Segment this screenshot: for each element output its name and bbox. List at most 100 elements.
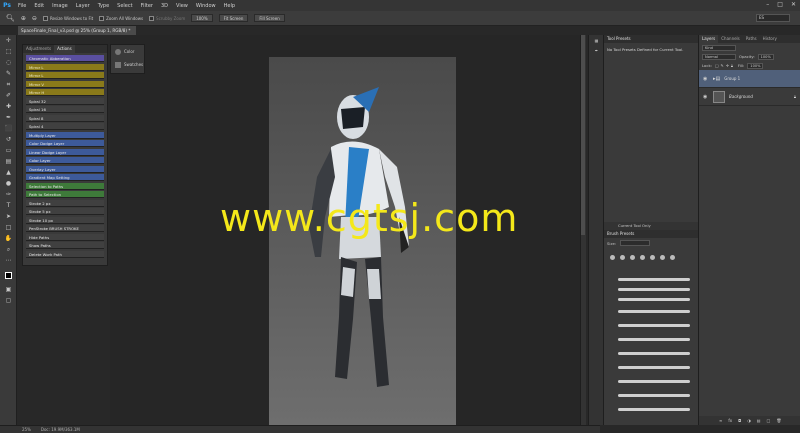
- color-panel-button[interactable]: Color: [111, 45, 144, 58]
- path-select-tool-icon[interactable]: ➤: [0, 211, 17, 222]
- tool-presets-dock-icon[interactable]: ▦: [589, 35, 604, 45]
- brush-stroke-preview[interactable]: [618, 278, 690, 281]
- brush-stroke-preview[interactable]: [618, 352, 690, 355]
- brush-stroke-preview[interactable]: [618, 394, 690, 397]
- document-canvas[interactable]: [269, 57, 456, 425]
- brush-stroke-preview[interactable]: [618, 310, 690, 313]
- action-item[interactable]: Stroke 10 px: [26, 216, 104, 224]
- brush-tip-icon[interactable]: [620, 254, 625, 260]
- action-item[interactable]: Mirror L: [26, 63, 104, 71]
- fill-screen-button[interactable]: Fill Screen: [254, 14, 285, 22]
- tab-actions[interactable]: Actions: [54, 45, 75, 53]
- action-item[interactable]: Show Paths: [26, 242, 104, 249]
- pen-tool-icon[interactable]: ✑: [0, 189, 17, 200]
- brush-tip-icon[interactable]: [660, 254, 665, 260]
- action-item[interactable]: Chromatic Abberation: [26, 55, 104, 62]
- move-tool-icon[interactable]: ✛: [0, 35, 17, 46]
- blend-mode-select[interactable]: Normal: [702, 53, 736, 60]
- adjustment-icon[interactable]: ◑: [747, 418, 751, 423]
- marquee-tool-icon[interactable]: ⬚: [0, 46, 17, 57]
- lock-icons[interactable]: □✎✛🔒︎: [715, 63, 735, 68]
- tab-layers[interactable]: Layers: [699, 35, 719, 43]
- maximize-button[interactable]: □: [777, 1, 783, 8]
- zoom-all-checkbox[interactable]: Zoom All Windows: [99, 15, 143, 21]
- menu-select[interactable]: Select: [117, 3, 132, 9]
- action-item[interactable]: Spiral 32: [26, 97, 104, 105]
- brush-stroke-preview[interactable]: [618, 408, 690, 411]
- action-item[interactable]: Color Layer: [26, 157, 104, 164]
- brush-stroke-preview[interactable]: [618, 366, 690, 369]
- brush-stroke-preview[interactable]: [618, 288, 690, 291]
- zoom-level[interactable]: 25%: [22, 427, 31, 432]
- action-item[interactable]: Stroke 5 px: [26, 208, 104, 215]
- history-brush-tool-icon[interactable]: ↺: [0, 134, 17, 145]
- action-item[interactable]: Hide Paths: [26, 233, 104, 241]
- workspace-search-input[interactable]: ES: [756, 14, 790, 22]
- menu-filter[interactable]: Filter: [141, 3, 153, 9]
- screen-mode-icon[interactable]: ▢: [0, 295, 17, 306]
- vertical-scroll-thumb[interactable]: [581, 35, 585, 235]
- current-tool-only-checkbox[interactable]: Current Tool Only: [604, 222, 699, 230]
- menu-edit[interactable]: Edit: [34, 3, 44, 9]
- fill-input[interactable]: 100%: [747, 62, 764, 69]
- color-swatch-icon[interactable]: [0, 266, 17, 284]
- menu-window[interactable]: Window: [196, 3, 216, 9]
- brush-tip-icon[interactable]: [630, 254, 635, 260]
- tab-adjustments[interactable]: Adjustments: [23, 45, 54, 53]
- menu-image[interactable]: Image: [52, 3, 68, 9]
- dodge-tool-icon[interactable]: ●: [0, 178, 17, 189]
- quick-mask-icon[interactable]: ▣: [0, 284, 17, 295]
- fx-icon[interactable]: fx: [728, 418, 732, 423]
- zoom-out-icon[interactable]: ⊖: [32, 15, 37, 22]
- layer-kind-select[interactable]: Kind: [702, 44, 736, 51]
- tab-paths[interactable]: Paths: [743, 35, 760, 43]
- blur-tool-icon[interactable]: ▲: [0, 167, 17, 178]
- action-item[interactable]: PenStroke BRUSH STROKE: [26, 225, 104, 232]
- visibility-eye-icon[interactable]: ◉: [703, 94, 709, 100]
- menu-help[interactable]: Help: [224, 3, 235, 9]
- stamp-tool-icon[interactable]: ⬛: [0, 123, 17, 134]
- layer-row[interactable]: ◉ Background 🔒︎: [699, 88, 800, 106]
- healing-tool-icon[interactable]: ✚: [0, 101, 17, 112]
- action-item[interactable]: Selection to Paths: [26, 182, 104, 190]
- zoom-100-button[interactable]: 100%: [191, 14, 213, 22]
- action-item[interactable]: Color Dodge Layer: [26, 140, 104, 147]
- menu-type[interactable]: Type: [98, 3, 109, 9]
- shape-tool-icon[interactable]: □: [0, 222, 17, 233]
- close-button[interactable]: ✕: [791, 1, 796, 8]
- eyedropper-tool-icon[interactable]: ✐: [0, 90, 17, 101]
- tab-channels[interactable]: Channels: [718, 35, 743, 43]
- action-item[interactable]: Mirror V: [26, 80, 104, 88]
- type-tool-icon[interactable]: T: [0, 200, 17, 211]
- action-item[interactable]: Delete Work Path: [26, 250, 104, 258]
- brush-stroke-preview[interactable]: [618, 380, 690, 383]
- mask-icon[interactable]: ◘: [738, 418, 741, 423]
- action-item[interactable]: Spiral 16: [26, 106, 104, 113]
- quick-select-tool-icon[interactable]: ✎: [0, 68, 17, 79]
- action-item[interactable]: Path to Selection: [26, 191, 104, 198]
- action-item[interactable]: Stroke 2 px: [26, 199, 104, 207]
- brush-tip-icon[interactable]: [640, 254, 645, 260]
- opacity-input[interactable]: 100%: [757, 53, 774, 60]
- brush-tip-icon[interactable]: [670, 254, 675, 260]
- menu-layer[interactable]: Layer: [76, 3, 90, 9]
- new-group-icon[interactable]: ▤: [757, 418, 761, 423]
- menu-3d[interactable]: 3D: [161, 3, 168, 9]
- fit-screen-button[interactable]: Fit Screen: [218, 14, 249, 22]
- new-layer-icon[interactable]: □: [767, 418, 771, 423]
- lasso-tool-icon[interactable]: ◌: [0, 57, 17, 68]
- tab-history[interactable]: History: [760, 35, 780, 43]
- hand-tool-icon[interactable]: ✋: [0, 233, 17, 244]
- action-item[interactable]: Gradient Map Setting: [26, 174, 104, 181]
- brush-tip-icon[interactable]: [610, 254, 615, 260]
- link-layers-icon[interactable]: ∞: [719, 418, 722, 423]
- brush-stroke-preview[interactable]: [618, 338, 690, 341]
- brush-tip-icon[interactable]: [650, 254, 655, 260]
- zoom-in-icon[interactable]: ⊕: [21, 15, 26, 22]
- brush-dock-icon[interactable]: ✒: [589, 45, 604, 55]
- action-item[interactable]: Overlay Layer: [26, 165, 104, 173]
- zoom-tool-icon[interactable]: 🔍︎: [6, 14, 15, 22]
- swatches-panel-button[interactable]: Swatches: [111, 58, 144, 71]
- gradient-tool-icon[interactable]: ▤: [0, 156, 17, 167]
- scrubby-zoom-checkbox[interactable]: Scrubby Zoom: [149, 15, 185, 21]
